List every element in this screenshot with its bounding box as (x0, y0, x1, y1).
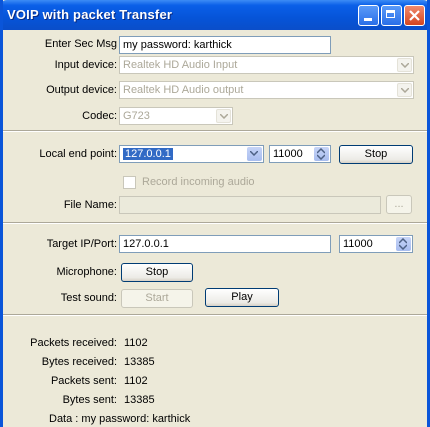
file-name-input[interactable] (119, 196, 381, 214)
app-window: VOIP with packet Transfer Enter Sec Msg … (0, 0, 430, 427)
bytes-received-label: Bytes received: (41, 356, 117, 368)
microphone-stop-button[interactable]: Stop (121, 263, 193, 282)
chevron-down-icon (247, 147, 262, 161)
spin-arrows-icon[interactable] (396, 237, 411, 251)
bytes-received-value: 13385 (124, 356, 155, 368)
enter-sec-msg-label: Enter Sec Msg (44, 38, 117, 50)
target-ip-input[interactable]: 127.0.0.1 (119, 235, 331, 253)
packets-received-value: 1102 (124, 337, 148, 349)
data-text: Data : my password: karthick (49, 413, 191, 425)
browse-button[interactable]: ... (386, 195, 412, 214)
bytes-sent-value: 13385 (124, 394, 155, 406)
codec-label: Codec: (82, 110, 117, 122)
input-device-select[interactable]: Realtek HD Audio Input (119, 56, 414, 74)
separator (3, 130, 427, 132)
stop-local-button[interactable]: Stop (339, 145, 413, 164)
minimize-button[interactable] (358, 5, 379, 26)
record-checkbox[interactable] (123, 176, 136, 189)
play-button[interactable]: Play (205, 288, 279, 307)
chevron-down-icon (397, 83, 412, 97)
output-device-label: Output device: (46, 84, 117, 96)
local-port-stepper[interactable]: 11000 (269, 145, 331, 163)
file-name-label: File Name: (63, 199, 117, 211)
target-label: Target IP/Port: (46, 238, 117, 250)
chevron-down-icon (397, 58, 412, 72)
input-device-label: Input device: (54, 59, 117, 71)
test-sound-label: Test sound: (60, 292, 117, 304)
window-title: VOIP with packet Transfer (7, 7, 173, 22)
chevron-down-icon (216, 109, 231, 123)
record-label: Record incoming audio (142, 176, 255, 188)
separator (3, 222, 427, 224)
local-ip-select[interactable]: 127.0.0.1 (119, 145, 264, 163)
separator (3, 314, 427, 316)
title-bar[interactable]: VOIP with packet Transfer (3, 0, 427, 30)
output-device-select[interactable]: Realtek HD Audio output (119, 81, 414, 99)
codec-select[interactable]: G723 (119, 107, 233, 125)
microphone-label: Microphone: (56, 266, 117, 278)
packets-sent-label: Packets sent: (50, 375, 117, 387)
packets-received-label: Packets received: (30, 337, 117, 349)
packets-sent-value: 1102 (124, 375, 148, 387)
start-button[interactable]: Start (121, 289, 193, 308)
target-port-stepper[interactable]: 11000 (339, 235, 413, 253)
maximize-button[interactable] (381, 5, 402, 26)
spin-arrows-icon[interactable] (314, 147, 329, 161)
close-button[interactable] (404, 5, 425, 26)
bytes-sent-label: Bytes sent: (62, 394, 117, 406)
sec-msg-input[interactable]: my password: karthick (119, 36, 331, 54)
local-end-point-label: Local end point: (39, 148, 117, 160)
close-icon (409, 10, 420, 21)
